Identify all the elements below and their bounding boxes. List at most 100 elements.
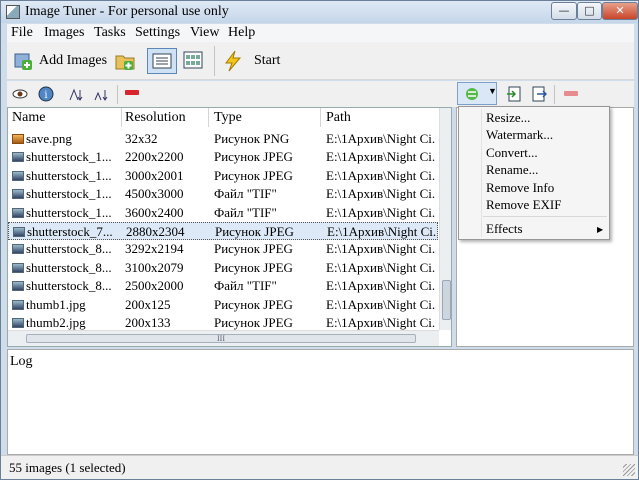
column-header-type[interactable]: Type bbox=[214, 110, 242, 126]
table-row[interactable]: shutterstock_8... 3292x2194 Рисунок JPEG E:… bbox=[8, 240, 438, 258]
cell-name: shutterstock_8... bbox=[26, 241, 112, 257]
cell-path: E:\1Архив\Night Ci. bbox=[327, 224, 437, 239]
image-file-icon bbox=[12, 299, 24, 310]
title-bar[interactable]: Image Tuner - For personal use only — □ … bbox=[1, 1, 638, 23]
menu-item-resize[interactable]: Resize... bbox=[486, 110, 530, 126]
column-header-resolution[interactable]: Resolution bbox=[125, 110, 186, 126]
thumbnail-view-button[interactable] bbox=[183, 51, 203, 69]
cell-resolution: 200x133 bbox=[125, 315, 171, 330]
table-row[interactable]: save.png 32x32 Рисунок PNG E:\1Архив\Night … bbox=[8, 130, 438, 148]
image-file-icon bbox=[12, 262, 24, 273]
cell-resolution: 3600x2400 bbox=[125, 204, 184, 220]
column-divider[interactable] bbox=[320, 108, 321, 127]
cell-resolution: 2200x2200 bbox=[125, 149, 184, 165]
vertical-scroll-thumb[interactable] bbox=[442, 280, 451, 320]
column-header-name[interactable]: Name bbox=[12, 110, 45, 126]
app-window: Image Tuner - For personal use only — □ … bbox=[0, 0, 639, 480]
lightning-icon bbox=[225, 50, 242, 72]
tasks-dropdown-button[interactable]: ▼ bbox=[457, 82, 497, 105]
import-icon[interactable] bbox=[531, 86, 547, 102]
menu-images[interactable]: Images bbox=[44, 25, 84, 41]
export-icon[interactable] bbox=[506, 86, 522, 102]
cell-resolution: 3292x2194 bbox=[125, 241, 184, 257]
chevron-down-icon: ▼ bbox=[488, 86, 497, 96]
menu-view[interactable]: View bbox=[190, 25, 219, 41]
cell-type: Рисунок JPEG bbox=[214, 167, 293, 183]
maximize-button[interactable]: □ bbox=[577, 2, 602, 20]
cell-name: shutterstock_7... bbox=[27, 224, 113, 239]
tasks-icon bbox=[466, 88, 478, 100]
column-divider[interactable] bbox=[208, 108, 209, 127]
table-row[interactable]: shutterstock_1... 3600x2400 Файл "TIF" E:\1… bbox=[8, 204, 438, 222]
window-title: Image Tuner - For personal use only bbox=[25, 4, 229, 19]
column-divider[interactable] bbox=[121, 108, 122, 127]
cell-path: E:\1Архив\Night Ci. bbox=[326, 241, 436, 257]
cell-type: Рисунок JPEG bbox=[214, 149, 293, 165]
menu-item-effects[interactable]: Effects bbox=[486, 221, 523, 237]
minimize-button[interactable]: — bbox=[551, 2, 577, 20]
cell-type: Рисунок JPEG bbox=[214, 315, 293, 330]
horizontal-scroll-thumb[interactable]: III bbox=[26, 334, 416, 343]
table-row[interactable]: thumb1.jpg 200x125 Рисунок JPEG E:\1Архив\N… bbox=[8, 296, 438, 314]
menu-item-rename[interactable]: Rename... bbox=[486, 162, 538, 178]
sort-descending-icon[interactable] bbox=[93, 86, 111, 102]
close-button[interactable]: ✕ bbox=[602, 2, 638, 20]
cell-name: shutterstock_1... bbox=[26, 149, 112, 165]
resize-grip-icon[interactable] bbox=[623, 464, 635, 476]
table-row[interactable]: shutterstock_8... 2500x2000 Файл "TIF" E:\1… bbox=[8, 277, 438, 295]
cell-name: shutterstock_1... bbox=[26, 186, 112, 202]
cell-type: Рисунок JPEG bbox=[215, 224, 294, 239]
image-file-icon bbox=[13, 227, 25, 237]
menu-gutter bbox=[481, 109, 482, 237]
submenu-arrow-icon: ▶ bbox=[597, 225, 604, 234]
remove-icon[interactable] bbox=[125, 90, 139, 96]
table-row[interactable]: shutterstock_1... 3000x2001 Рисунок JPEG E:… bbox=[8, 167, 438, 185]
cell-resolution: 4500x3000 bbox=[125, 186, 184, 202]
details-view-button[interactable] bbox=[147, 48, 177, 74]
menu-tasks[interactable]: Tasks bbox=[94, 25, 126, 41]
image-list[interactable]: Name Resolution Type Path save.png 32x32 Р… bbox=[7, 107, 452, 347]
add-images-button[interactable]: Add Images bbox=[13, 51, 107, 71]
preview-eye-icon[interactable] bbox=[12, 87, 28, 101]
details-view-icon bbox=[152, 53, 172, 69]
menu-item-remove-info[interactable]: Remove Info bbox=[486, 180, 554, 196]
menu-settings[interactable]: Settings bbox=[135, 25, 180, 41]
status-text: 55 images (1 selected) bbox=[9, 460, 126, 475]
cell-type: Файл "TIF" bbox=[214, 186, 277, 202]
image-file-icon bbox=[12, 152, 24, 163]
sort-ascending-icon[interactable] bbox=[68, 86, 86, 102]
cell-path: E:\1Архив\Night Ci. bbox=[326, 315, 436, 330]
menu-item-watermark[interactable]: Watermark... bbox=[486, 127, 553, 143]
folder-add-icon bbox=[115, 55, 135, 70]
tasks-context-menu: Resize... Watermark... Convert... Rename… bbox=[458, 106, 610, 240]
image-file-icon bbox=[12, 318, 24, 328]
cell-name: shutterstock_1... bbox=[26, 167, 112, 183]
cell-type: Рисунок JPEG bbox=[214, 296, 293, 312]
info-icon[interactable]: i bbox=[38, 86, 54, 102]
table-row[interactable]: shutterstock_1... 4500x3000 Файл "TIF" E:\1… bbox=[8, 185, 438, 203]
clear-tasks-icon[interactable] bbox=[564, 91, 578, 97]
menu-item-remove-exif[interactable]: Remove EXIF bbox=[486, 197, 561, 213]
vertical-scrollbar[interactable] bbox=[439, 108, 451, 330]
horizontal-scrollbar[interactable]: III bbox=[8, 330, 439, 346]
table-row[interactable]: shutterstock_7... 2880x2304 Рисунок JPEG E:… bbox=[8, 222, 438, 240]
cell-name: shutterstock_8... bbox=[26, 259, 112, 275]
secondary-toolbar: i ▼ bbox=[7, 81, 634, 107]
menu-help[interactable]: Help bbox=[228, 25, 255, 41]
main-toolbar: Add Images Start bbox=[7, 42, 634, 80]
menu-separator bbox=[483, 216, 607, 217]
menu-item-convert[interactable]: Convert... bbox=[486, 145, 538, 161]
cell-name: save.png bbox=[26, 131, 72, 146]
menu-file[interactable]: File bbox=[11, 25, 33, 41]
cell-name: thumb1.jpg bbox=[26, 296, 86, 312]
cell-resolution: 32x32 bbox=[125, 131, 158, 146]
add-folder-button[interactable] bbox=[114, 50, 136, 72]
table-row[interactable]: shutterstock_8... 3100x2079 Рисунок JPEG E:… bbox=[8, 259, 438, 277]
column-header-path[interactable]: Path bbox=[326, 110, 351, 126]
cell-path: E:\1Архив\Night Ci. bbox=[326, 204, 436, 220]
cell-type: Файл "TIF" bbox=[214, 204, 277, 220]
table-row[interactable]: shutterstock_1... 2200x2200 Рисунок JPEG E:… bbox=[8, 148, 438, 166]
start-button[interactable]: Start bbox=[222, 50, 280, 72]
add-images-label: Add Images bbox=[39, 53, 108, 68]
log-panel[interactable]: Log bbox=[7, 349, 634, 455]
